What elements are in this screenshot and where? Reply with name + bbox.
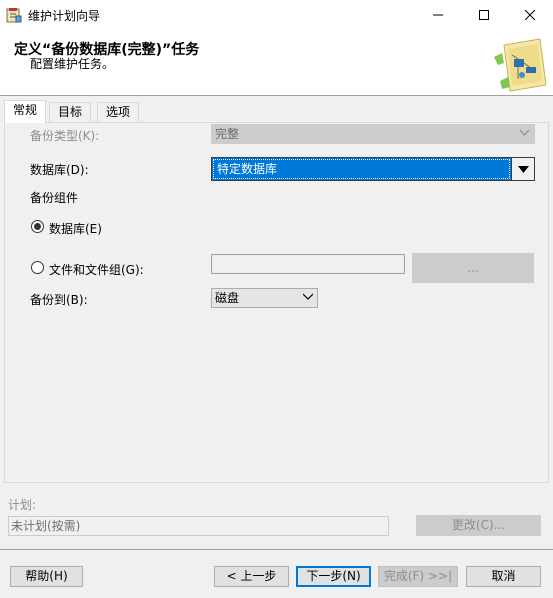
finish-button[interactable]: 完成(F) >>|	[378, 566, 458, 587]
backup-to-label: 备份到(B):	[30, 293, 88, 307]
backup-to-value: 磁盘	[215, 291, 240, 305]
back-button[interactable]: < 上一步	[214, 566, 289, 587]
backup-type-combo: 完整	[211, 124, 535, 144]
radio-selected-dot	[34, 223, 41, 230]
schedule-label: 计划:	[8, 498, 37, 512]
radio-database[interactable]	[31, 220, 44, 233]
page-subtitle: 配置维护任务。	[30, 57, 115, 71]
backup-to-combo[interactable]: 磁盘	[211, 288, 318, 308]
next-button[interactable]: 下一步(N)	[296, 566, 371, 587]
files-textbox[interactable]	[211, 254, 405, 274]
tab-label: 常规	[13, 103, 38, 117]
tab-label: 选项	[106, 105, 131, 119]
help-button[interactable]: 帮助(H)	[10, 566, 83, 587]
footer-separator	[0, 549, 553, 550]
database-combo[interactable]: 特定数据库	[211, 157, 535, 181]
database-dropdown-button[interactable]	[511, 158, 534, 180]
chevron-down-icon	[520, 130, 529, 136]
database-value: 特定数据库	[213, 159, 510, 179]
wizard-app-icon	[6, 7, 22, 23]
schedule-textbox: 未计划(按需)	[8, 516, 389, 536]
wizard-graphic-icon	[490, 35, 548, 93]
tab-label: 目标	[58, 105, 83, 119]
maximize-icon	[479, 10, 489, 20]
backup-component-label: 备份组件	[30, 191, 79, 205]
database-label: 数据库(D):	[30, 163, 89, 177]
tab-options[interactable]: 选项	[97, 102, 140, 122]
backup-type-label: 备份类型(K):	[30, 129, 100, 143]
radio-files[interactable]	[31, 261, 44, 274]
chevron-down-icon	[303, 293, 313, 300]
backup-type-value: 完整	[215, 127, 240, 141]
close-button[interactable]	[507, 0, 553, 30]
browse-files-button[interactable]: ...	[412, 253, 534, 283]
tab-destination[interactable]: 目标	[49, 102, 92, 122]
tab-general[interactable]: 常规	[4, 100, 47, 123]
caret-down-icon	[517, 165, 529, 173]
window-title: 维护计划向导	[28, 9, 101, 23]
minimize-button[interactable]	[415, 0, 461, 30]
cancel-button[interactable]: 取消	[466, 566, 541, 587]
close-icon	[525, 10, 535, 20]
radio-database-label[interactable]: 数据库(E)	[49, 220, 102, 237]
change-schedule-button[interactable]: 更改(C)...	[416, 515, 541, 536]
minimize-icon	[433, 14, 443, 16]
maximize-button[interactable]	[461, 0, 507, 30]
radio-files-label[interactable]: 文件和文件组(G):	[49, 261, 144, 278]
